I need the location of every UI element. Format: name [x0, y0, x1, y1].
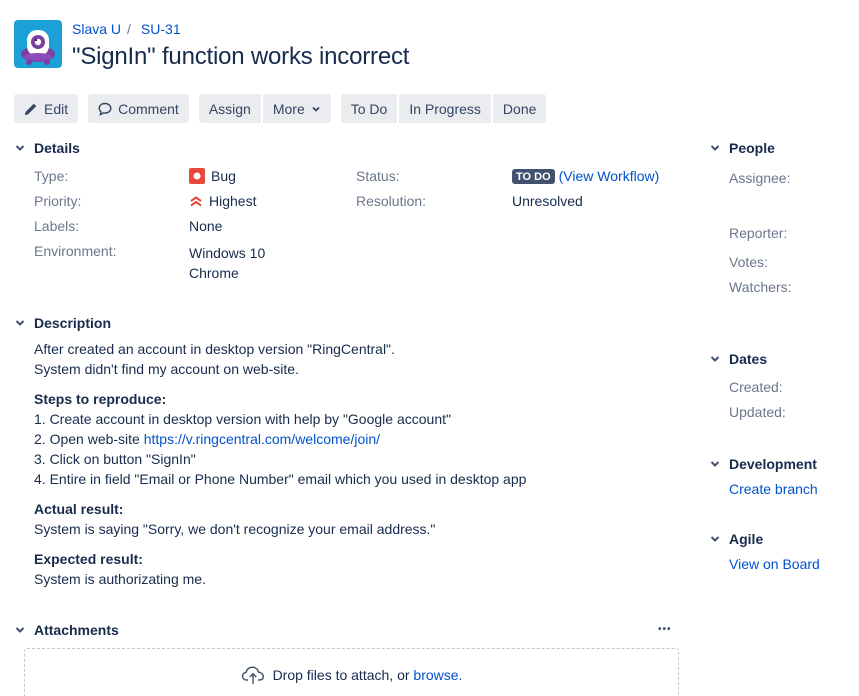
- upload-cloud-icon: [241, 666, 264, 684]
- transition-done-button[interactable]: Done: [492, 94, 547, 123]
- description-text: After created an account in desktop vers…: [34, 341, 395, 357]
- attachments-more-button[interactable]: •••: [658, 624, 672, 635]
- issue-title[interactable]: "SignIn" function works incorrect: [72, 43, 409, 71]
- more-button[interactable]: More: [262, 94, 331, 123]
- votes-label: Votes:: [729, 254, 768, 270]
- people-heading: People: [729, 140, 775, 156]
- view-on-board-link[interactable]: View on Board: [729, 556, 820, 572]
- website-link[interactable]: https://v.ringcentral.com/welcome/join/: [144, 431, 380, 447]
- chevron-down-icon: [312, 106, 320, 112]
- status-value: TO DO (View Workflow): [512, 168, 659, 184]
- type-label: Type:: [34, 168, 69, 184]
- edit-button-label: Edit: [44, 100, 69, 117]
- updated-label: Updated:: [729, 404, 786, 420]
- step-item: 1. Create account in desktop version wit…: [34, 411, 451, 427]
- comment-button[interactable]: Comment: [88, 94, 189, 123]
- priority-value: Highest: [189, 193, 256, 209]
- environment-value[interactable]: Windows 10 Chrome: [189, 243, 265, 283]
- breadcrumb-issue-key-link[interactable]: SU-31: [141, 21, 181, 37]
- expected-result-heading: Expected result:: [34, 551, 143, 567]
- reporter-label: Reporter:: [729, 225, 788, 241]
- environment-line: Chrome: [189, 265, 239, 281]
- description-section-header[interactable]: Description: [14, 315, 111, 331]
- assignee-label: Assignee:: [729, 170, 791, 186]
- step-item: 4. Entire in field "Email or Phone Numbe…: [34, 471, 527, 487]
- comment-button-label: Comment: [118, 100, 179, 117]
- environment-line: Windows 10: [189, 245, 266, 261]
- chevron-down-icon: [709, 353, 721, 365]
- chevron-down-icon: [709, 458, 721, 470]
- transition-todo-button[interactable]: To Do: [340, 94, 398, 123]
- chevron-down-icon: [14, 317, 26, 329]
- assign-button[interactable]: Assign: [198, 94, 261, 123]
- create-branch-link[interactable]: Create branch: [729, 481, 818, 497]
- comment-icon: [98, 102, 112, 116]
- chevron-down-icon: [709, 142, 721, 154]
- dropzone-label: Drop files to attach, or: [272, 667, 414, 683]
- details-section-header[interactable]: Details: [14, 140, 80, 156]
- attachments-heading: Attachments: [34, 622, 119, 638]
- labels-label: Labels:: [34, 218, 80, 234]
- development-section-header[interactable]: Development: [709, 456, 817, 472]
- actual-result-heading: Actual result:: [34, 501, 124, 517]
- more-button-label: More: [272, 100, 305, 117]
- bug-icon: [189, 168, 205, 184]
- resolution-value: Unresolved: [512, 193, 583, 209]
- type-value: Bug: [189, 168, 236, 184]
- status-label: Status:: [356, 168, 400, 184]
- type-value-text: Bug: [211, 168, 236, 184]
- dropzone-text: Drop files to attach, or browse.: [273, 667, 463, 683]
- steps-heading: Steps to reproduce:: [34, 391, 167, 407]
- created-label: Created:: [729, 379, 783, 395]
- agile-heading: Agile: [729, 531, 764, 547]
- dates-heading: Dates: [729, 351, 768, 367]
- details-heading: Details: [34, 140, 80, 156]
- step-item: 3. Click on button "SignIn": [34, 451, 196, 467]
- actual-result-text: System is saying "Sorry, we don't recogn…: [34, 521, 436, 537]
- browse-link[interactable]: browse.: [413, 667, 462, 683]
- agile-section-header[interactable]: Agile: [709, 531, 763, 547]
- issue-toolbar: Edit Comment Assign More To Do In Progre…: [14, 94, 556, 123]
- development-heading: Development: [729, 456, 817, 472]
- attachment-dropzone[interactable]: Drop files to attach, or browse.: [24, 648, 679, 696]
- people-section-header[interactable]: People: [709, 140, 775, 156]
- edit-button[interactable]: Edit: [14, 94, 79, 123]
- step-text: 2. Open web-site: [34, 431, 144, 447]
- breadcrumb-separator: /: [127, 21, 131, 37]
- chevron-down-icon: [14, 142, 26, 154]
- resolution-label: Resolution:: [356, 193, 427, 209]
- priority-highest-icon: [190, 196, 202, 207]
- watchers-label: Watchers:: [729, 279, 792, 295]
- expected-result-text: System is authorizating me.: [34, 571, 206, 587]
- status-lozenge: TO DO: [512, 168, 555, 184]
- description-text: System didn't find my account on web-sit…: [34, 361, 299, 377]
- dates-section-header[interactable]: Dates: [709, 351, 767, 367]
- view-workflow-link[interactable]: (View Workflow): [559, 168, 660, 184]
- priority-value-text: Highest: [209, 193, 257, 209]
- breadcrumb-project-link[interactable]: Slava U: [72, 21, 121, 37]
- pencil-icon: [25, 103, 37, 115]
- project-avatar[interactable]: [14, 20, 62, 68]
- breadcrumb: Slava U / SU-31: [72, 21, 181, 37]
- description-heading: Description: [34, 315, 112, 331]
- chevron-down-icon: [14, 624, 26, 636]
- priority-label: Priority:: [34, 193, 82, 209]
- labels-value[interactable]: None: [189, 218, 222, 234]
- attachments-section-header[interactable]: Attachments: [14, 622, 119, 638]
- step-item: 2. Open web-site https://v.ringcentral.c…: [34, 429, 694, 449]
- description-body[interactable]: After created an account in desktop vers…: [34, 339, 694, 589]
- transition-in-progress-button[interactable]: In Progress: [399, 94, 491, 123]
- chevron-down-icon: [709, 533, 721, 545]
- environment-label: Environment:: [34, 243, 117, 259]
